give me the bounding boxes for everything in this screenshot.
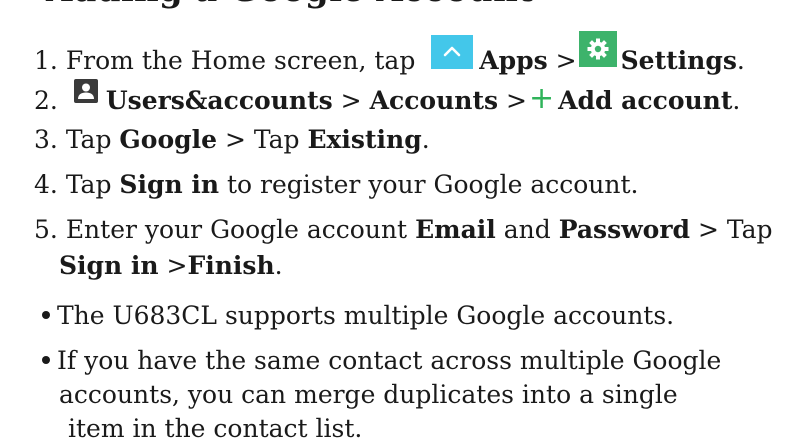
password-label: Password (558, 215, 691, 244)
step-2: 2. Users&accounts > Accounts >+ Add accou… (34, 79, 740, 116)
step-3-number: 3. (34, 125, 58, 154)
sign-in-label-2: Sign in (59, 251, 159, 280)
bullet-item: If you have the same contact across mult… (42, 346, 721, 376)
step-2-number: 2. (34, 86, 58, 115)
settings-gear-icon (578, 31, 617, 67)
bullet-dot (42, 311, 50, 319)
step-4: 4. Tap Sign in to register your Google a… (34, 170, 638, 200)
step-4-text-2: to register your Google account. (226, 170, 639, 199)
bullet-continued: accounts, you can merge duplicates into … (59, 380, 678, 410)
step-5: 5. Enter your Google account Email and P… (34, 215, 773, 245)
step-5-and: and (503, 215, 551, 244)
sign-in-label: Sign in (119, 170, 220, 199)
step-3-period: . (421, 125, 430, 154)
google-label: Google (119, 125, 218, 154)
accounts-label: Accounts (369, 86, 499, 115)
step-5-tap: > Tap (697, 215, 773, 244)
existing-label: Existing (307, 125, 422, 154)
email-label: Email (415, 215, 496, 244)
bullet-text: item in the contact list. (68, 414, 363, 443)
bullet-text: accounts, you can merge duplicates into … (59, 380, 678, 409)
step-3: 3. Tap Google > Tap Existing. (34, 125, 430, 155)
step-1-separator: > (555, 46, 577, 75)
step-1: 1. From the Home screen, tap Apps > Sett… (34, 31, 745, 76)
step-3-text-2: > Tap (224, 125, 300, 154)
step-5-text: Enter your Google account (65, 215, 408, 244)
bullet-continued: item in the contact list. (68, 414, 362, 444)
step-2-separator-1: > (340, 86, 362, 115)
add-account-label: Add account (558, 86, 733, 115)
step-5-period: . (274, 251, 283, 280)
step-2-period: . (732, 86, 741, 115)
users-accounts-label: Users&accounts (105, 86, 333, 115)
finish-label: Finish (187, 251, 275, 280)
bullet-text: The U683CL supports multiple Google acco… (57, 301, 675, 330)
step-3-text: Tap (65, 125, 112, 154)
settings-label: Settings (620, 46, 737, 75)
step-5-separator: > (166, 251, 188, 280)
step-4-text: Tap (65, 170, 112, 199)
page-heading: Adding a Google Account (46, 0, 534, 10)
plus-icon: + (528, 81, 555, 116)
step-1-text: From the Home screen, tap (65, 46, 416, 75)
step-5-number: 5. (34, 215, 58, 244)
step-2-separator-2: > (506, 86, 527, 115)
bullet-item: The U683CL supports multiple Google acco… (42, 301, 674, 331)
step-1-period: . (736, 46, 745, 75)
person-icon (73, 79, 98, 103)
bullet-text: If you have the same contact across mult… (57, 346, 722, 375)
step-4-number: 4. (34, 170, 58, 199)
step-1-number: 1. (34, 46, 58, 75)
apps-chevron-up-icon (431, 35, 474, 69)
bullet-dot (42, 356, 50, 364)
step-5-continued: Sign in >Finish. (59, 251, 283, 281)
apps-label: Apps (479, 46, 548, 75)
